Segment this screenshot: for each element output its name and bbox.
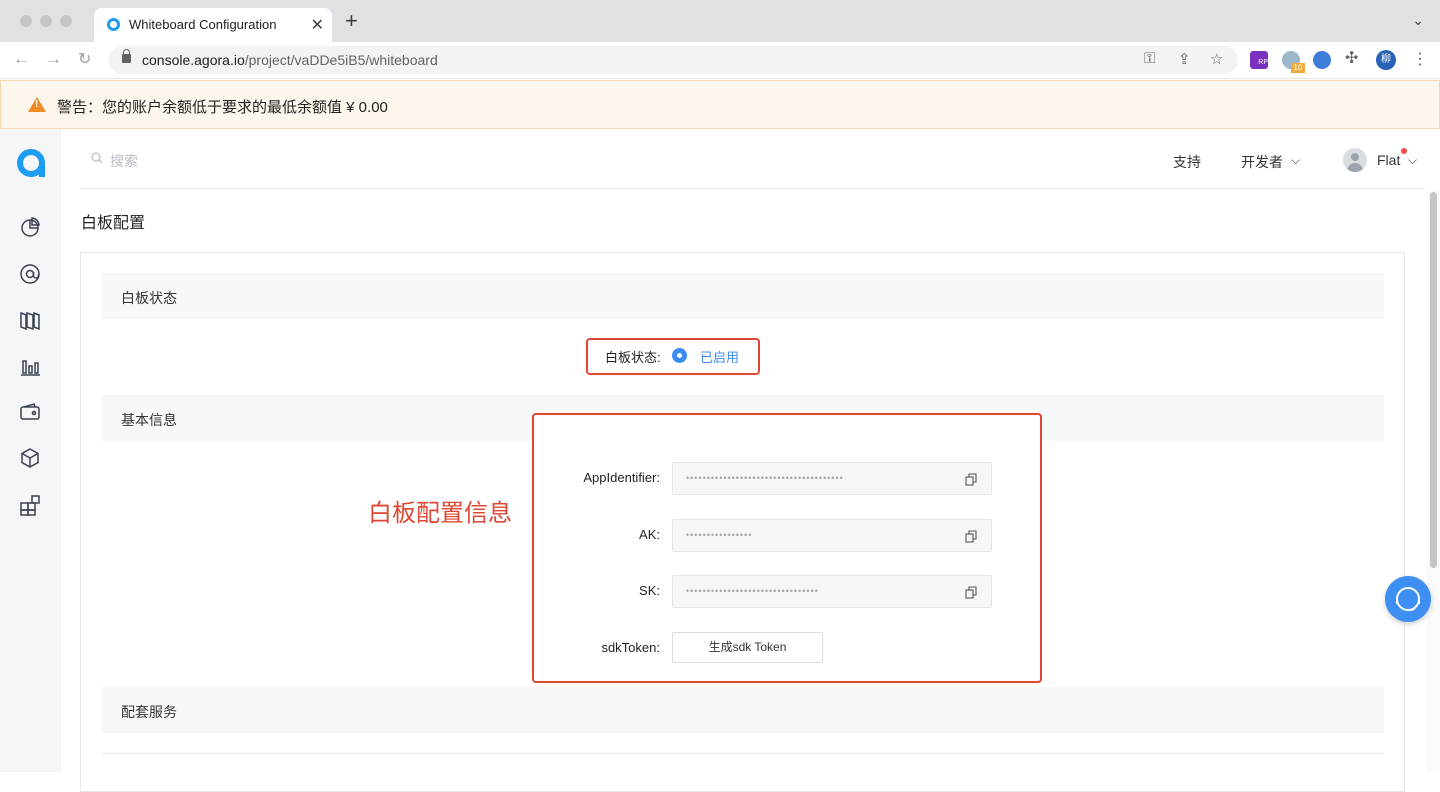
section-divider xyxy=(101,753,1384,754)
browser-tab-active[interactable]: Whiteboard Configuration ✕ xyxy=(94,8,332,42)
bar-chart-icon[interactable] xyxy=(19,355,41,377)
headset-icon xyxy=(1396,587,1420,611)
support-link[interactable]: 支持 xyxy=(1173,152,1201,172)
masked-value: •••••••••••••••• xyxy=(686,530,753,540)
reload-icon[interactable]: ↻ xyxy=(78,49,91,69)
window-close-dot[interactable] xyxy=(20,15,32,27)
user-name[interactable]: Flat xyxy=(1377,152,1400,168)
page-scrollbar[interactable] xyxy=(1427,190,1440,772)
user-avatar[interactable] xyxy=(1343,148,1367,172)
back-arrow-icon[interactable]: ← xyxy=(13,49,30,69)
copy-icon[interactable] xyxy=(965,586,977,599)
search-icon xyxy=(91,152,103,164)
masked-value: •••••••••••••••••••••••••••••••••••••• xyxy=(686,473,844,483)
extension-badge: 10 xyxy=(1291,63,1305,73)
new-tab-icon[interactable]: + xyxy=(345,10,358,32)
side-nav xyxy=(0,129,61,772)
notification-dot xyxy=(1401,148,1407,154)
balance-warning-banner: 警告：您的账户余额低于要求的最低余额值 ¥ 0.00 xyxy=(0,80,1440,129)
forward-arrow-icon[interactable]: → xyxy=(45,49,62,69)
tab-title: Whiteboard Configuration xyxy=(129,17,277,32)
address-bar[interactable]: console.agora.io/project/vaDDe5iB5/white… xyxy=(108,46,1238,74)
map-icon[interactable] xyxy=(19,309,41,331)
puzzle-extensions-icon[interactable]: ✣ xyxy=(1345,48,1363,67)
app-identifier-label: AppIdentifier: xyxy=(583,470,660,485)
browser-toolbar: ← → ↻ console.agora.io/project/vaDDe5iB5… xyxy=(0,42,1440,79)
window-minimize-dot[interactable] xyxy=(40,15,52,27)
header-divider xyxy=(80,188,1425,189)
sk-label: SK: xyxy=(639,583,660,598)
developer-menu[interactable]: 开发者 xyxy=(1241,152,1283,172)
bookmark-star-icon[interactable]: ☆ xyxy=(1210,50,1223,68)
wallet-icon[interactable] xyxy=(19,401,41,423)
sdk-token-label: sdkToken: xyxy=(601,640,660,655)
url-text[interactable]: console.agora.io/project/vaDDe5iB5/white… xyxy=(142,52,438,68)
user-chevron-down-icon[interactable]: ⌵ xyxy=(1408,153,1417,168)
tab-search-chevron-icon[interactable]: ⌄ xyxy=(1412,12,1424,29)
generate-sdk-token-button[interactable]: 生成sdk Token xyxy=(672,632,823,663)
agora-favicon-icon xyxy=(107,18,120,31)
browser-menu-icon[interactable]: ⋮ xyxy=(1412,49,1428,69)
copy-icon[interactable] xyxy=(965,530,977,543)
agora-logo-icon[interactable] xyxy=(17,149,45,177)
key-icon[interactable]: ⚿ xyxy=(1144,50,1155,67)
warning-text: 警告：您的账户余额低于要求的最低余额值 ¥ 0.00 xyxy=(57,99,388,116)
warning-icon xyxy=(28,97,46,112)
section-title: 白板状态 xyxy=(121,290,177,306)
shield-extension-icon[interactable] xyxy=(1313,51,1331,69)
tab-close-icon[interactable]: ✕ xyxy=(311,15,324,35)
window-zoom-dot[interactable] xyxy=(60,15,72,27)
enabled-radio[interactable] xyxy=(672,348,687,363)
sk-field[interactable]: •••••••••••••••••••••••••••••••• xyxy=(672,575,992,608)
developer-chevron-down-icon[interactable]: ⌵ xyxy=(1291,153,1300,168)
browser-tab-bar: Whiteboard Configuration ✕ + ⌄ xyxy=(0,0,1440,42)
section-title: 配套服务 xyxy=(121,704,177,720)
status-value[interactable]: 已启用 xyxy=(700,347,739,366)
section-title: 基本信息 xyxy=(121,412,177,428)
share-icon[interactable]: ⇪ xyxy=(1178,50,1191,68)
search-input[interactable]: 搜索 xyxy=(110,151,138,171)
section-services: 配套服务 xyxy=(101,687,1384,733)
ak-label: AK: xyxy=(639,527,660,542)
ak-field[interactable]: •••••••••••••••• xyxy=(672,519,992,552)
annotation-label: 白板配置信息 xyxy=(368,500,512,527)
cube-icon[interactable] xyxy=(19,447,41,469)
section-whiteboard-status: 白板状态 xyxy=(101,273,1384,319)
rp-extension-icon[interactable]: RP xyxy=(1250,51,1268,69)
status-label: 白板状态: xyxy=(605,350,661,365)
scrollbar-thumb[interactable] xyxy=(1430,192,1437,568)
lock-icon xyxy=(122,49,131,63)
at-sign-icon[interactable] xyxy=(19,263,41,285)
dashboard-pie-icon[interactable] xyxy=(19,216,41,238)
page-title: 白板配置 xyxy=(81,215,146,232)
customer-support-button[interactable] xyxy=(1385,576,1431,622)
masked-value: •••••••••••••••••••••••••••••••• xyxy=(686,586,819,596)
apps-grid-icon[interactable] xyxy=(19,494,41,516)
app-identifier-field[interactable]: •••••••••••••••••••••••••••••••••••••• xyxy=(672,462,992,495)
profile-avatar[interactable]: 柳 xyxy=(1376,50,1396,70)
copy-icon[interactable] xyxy=(965,473,977,486)
